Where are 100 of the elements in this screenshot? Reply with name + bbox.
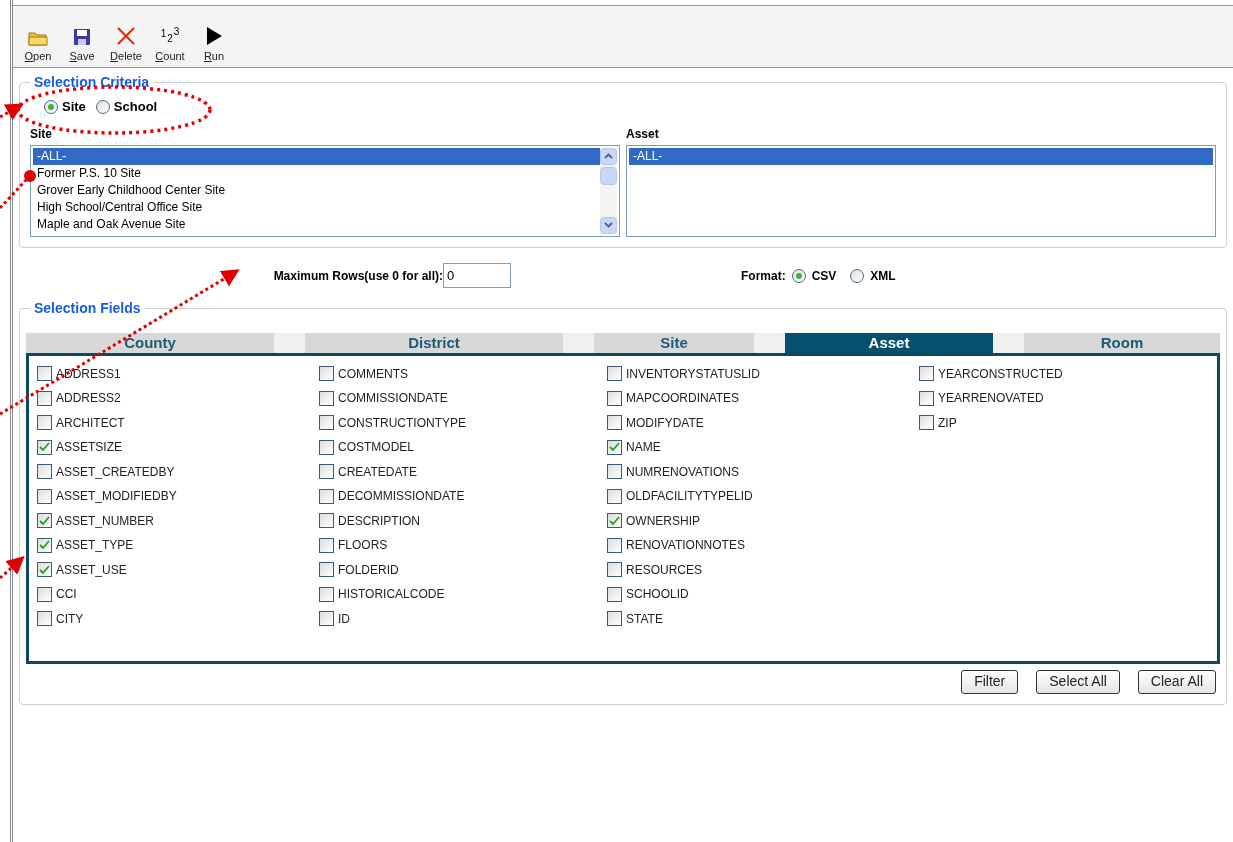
checkbox-label: ASSET_NUMBER [56, 512, 155, 530]
radio-button[interactable] [791, 268, 806, 283]
checkbox[interactable] [37, 562, 52, 578]
list-box[interactable]: -ALL- [626, 144, 1216, 237]
checkbox-label: CITY [56, 610, 84, 628]
section-title: Selection Fields [33, 298, 142, 318]
list-label: Asset [626, 125, 660, 143]
checkbox[interactable] [37, 611, 52, 627]
checkbox[interactable] [607, 464, 622, 480]
scroll-down-icon[interactable] [600, 216, 617, 234]
annotation-pointer [0, 170, 36, 210]
folder-icon [28, 29, 48, 46]
checkbox[interactable] [37, 366, 52, 382]
annotation-arrow [0, 103, 24, 121]
action-button[interactable]: Filter [961, 669, 1019, 694]
delete-icon [116, 25, 136, 46]
list-label: Site [30, 125, 53, 143]
checkbox-label: DECOMMISSIONDATE [338, 488, 465, 506]
checkbox[interactable] [607, 415, 622, 431]
checkbox[interactable] [919, 366, 934, 382]
checkbox[interactable] [919, 390, 934, 406]
checkbox-label: ASSET_MODIFIEDBY [56, 488, 177, 506]
field-label: Maximum Rows(use 0 for all): [273, 267, 443, 285]
checkbox[interactable] [919, 415, 934, 431]
tab[interactable]: District [305, 332, 563, 353]
checkbox[interactable] [319, 537, 334, 553]
run-icon [205, 25, 223, 46]
tab[interactable]: County [26, 332, 274, 353]
checkbox[interactable] [37, 464, 52, 480]
list-item[interactable]: -ALL- [629, 147, 1213, 165]
checkbox[interactable] [37, 415, 52, 431]
radio-button[interactable] [44, 99, 58, 114]
checkbox-label: HISTORICALCODE [338, 586, 445, 604]
list-box[interactable]: -ALL- Former P.S. 10 Site Grover Early Childhood Center Site High School/Central Office Site Maple and Oak Avenue Site [30, 144, 620, 237]
checkbox[interactable] [37, 390, 52, 406]
scroll-up-icon[interactable] [600, 147, 617, 165]
checkbox[interactable] [607, 366, 622, 382]
checkbox-label: ID [338, 610, 350, 628]
list-item[interactable]: Former P.S. 10 Site [33, 164, 600, 182]
checkbox[interactable] [37, 586, 52, 602]
checkbox[interactable] [607, 611, 622, 627]
list-item[interactable]: Maple and Oak Avenue Site [33, 215, 600, 233]
tab[interactable]: Room [1024, 332, 1220, 353]
list-item[interactable]: High School/Central Office Site [33, 198, 600, 216]
toolbar-button[interactable]: Open [21, 29, 55, 64]
toolbar-button[interactable]: Save [65, 27, 99, 64]
checkbox-label: ASSET_CREATEDBY [56, 463, 175, 481]
checkbox-label: CONSTRUCTIONTYPE [338, 414, 466, 432]
annotation-arrow [0, 556, 25, 580]
checkbox[interactable] [319, 366, 334, 382]
checkbox[interactable] [37, 537, 52, 553]
radio-button[interactable] [95, 99, 110, 114]
checkbox[interactable] [319, 488, 334, 504]
checkbox-label: COMMISSIONDATE [338, 390, 448, 408]
save-icon [73, 27, 91, 46]
toolbar-button[interactable]: 12 3 Count [153, 25, 187, 64]
checkbox-label: OWNERSHIP [626, 512, 700, 530]
checkbox-label: MODIFYDATE [626, 414, 704, 432]
radio-label: Site [62, 98, 86, 116]
action-button[interactable]: Select All [1036, 669, 1120, 694]
checkbox[interactable] [319, 611, 334, 627]
toolbar-button[interactable]: Delete [109, 25, 143, 64]
checkbox[interactable] [319, 562, 334, 578]
tab[interactable]: Site [594, 332, 754, 353]
checkbox[interactable] [319, 513, 334, 529]
checkbox[interactable] [607, 586, 622, 602]
checkbox[interactable] [607, 488, 622, 504]
checkbox[interactable] [607, 562, 622, 578]
checkbox[interactable] [319, 464, 334, 480]
radio-button[interactable] [850, 268, 865, 283]
checkbox-label: COMMENTS [338, 365, 408, 383]
checkbox[interactable] [37, 488, 52, 504]
checkbox-label: CCI [56, 586, 77, 604]
scroll-bar[interactable] [600, 147, 617, 234]
checkbox[interactable] [607, 439, 622, 455]
checkbox[interactable] [37, 513, 52, 529]
checkbox-label: ADDRESS2 [56, 390, 121, 408]
checkbox-label: NUMRENOVATIONS [626, 463, 739, 481]
checkbox-label: RENOVATIONNOTES [626, 537, 745, 555]
toolbar-button[interactable]: Run [197, 25, 231, 64]
checkbox[interactable] [607, 537, 622, 553]
radio-label: XML [870, 267, 896, 285]
count-icon: 12 3 [160, 25, 180, 46]
checkbox[interactable] [319, 390, 334, 406]
checkbox[interactable] [319, 586, 334, 602]
checkbox-label: YEARCONSTRUCTED [938, 365, 1063, 383]
checkbox-label: NAME [626, 439, 661, 457]
input-field[interactable]: 0 [443, 263, 511, 288]
tab[interactable]: Asset [785, 332, 993, 353]
checkbox[interactable] [607, 390, 622, 406]
action-button[interactable]: Clear All [1137, 669, 1216, 694]
checkbox-label: COSTMODEL [338, 439, 414, 457]
checkbox[interactable] [319, 415, 334, 431]
radio-label: CSV [811, 267, 837, 285]
checkbox[interactable] [319, 439, 334, 455]
list-item[interactable]: Grover Early Childhood Center Site [33, 181, 600, 199]
scroll-thumb[interactable] [600, 166, 617, 185]
list-item[interactable]: -ALL- [33, 147, 600, 165]
checkbox[interactable] [607, 513, 622, 529]
checkbox[interactable] [37, 439, 52, 455]
